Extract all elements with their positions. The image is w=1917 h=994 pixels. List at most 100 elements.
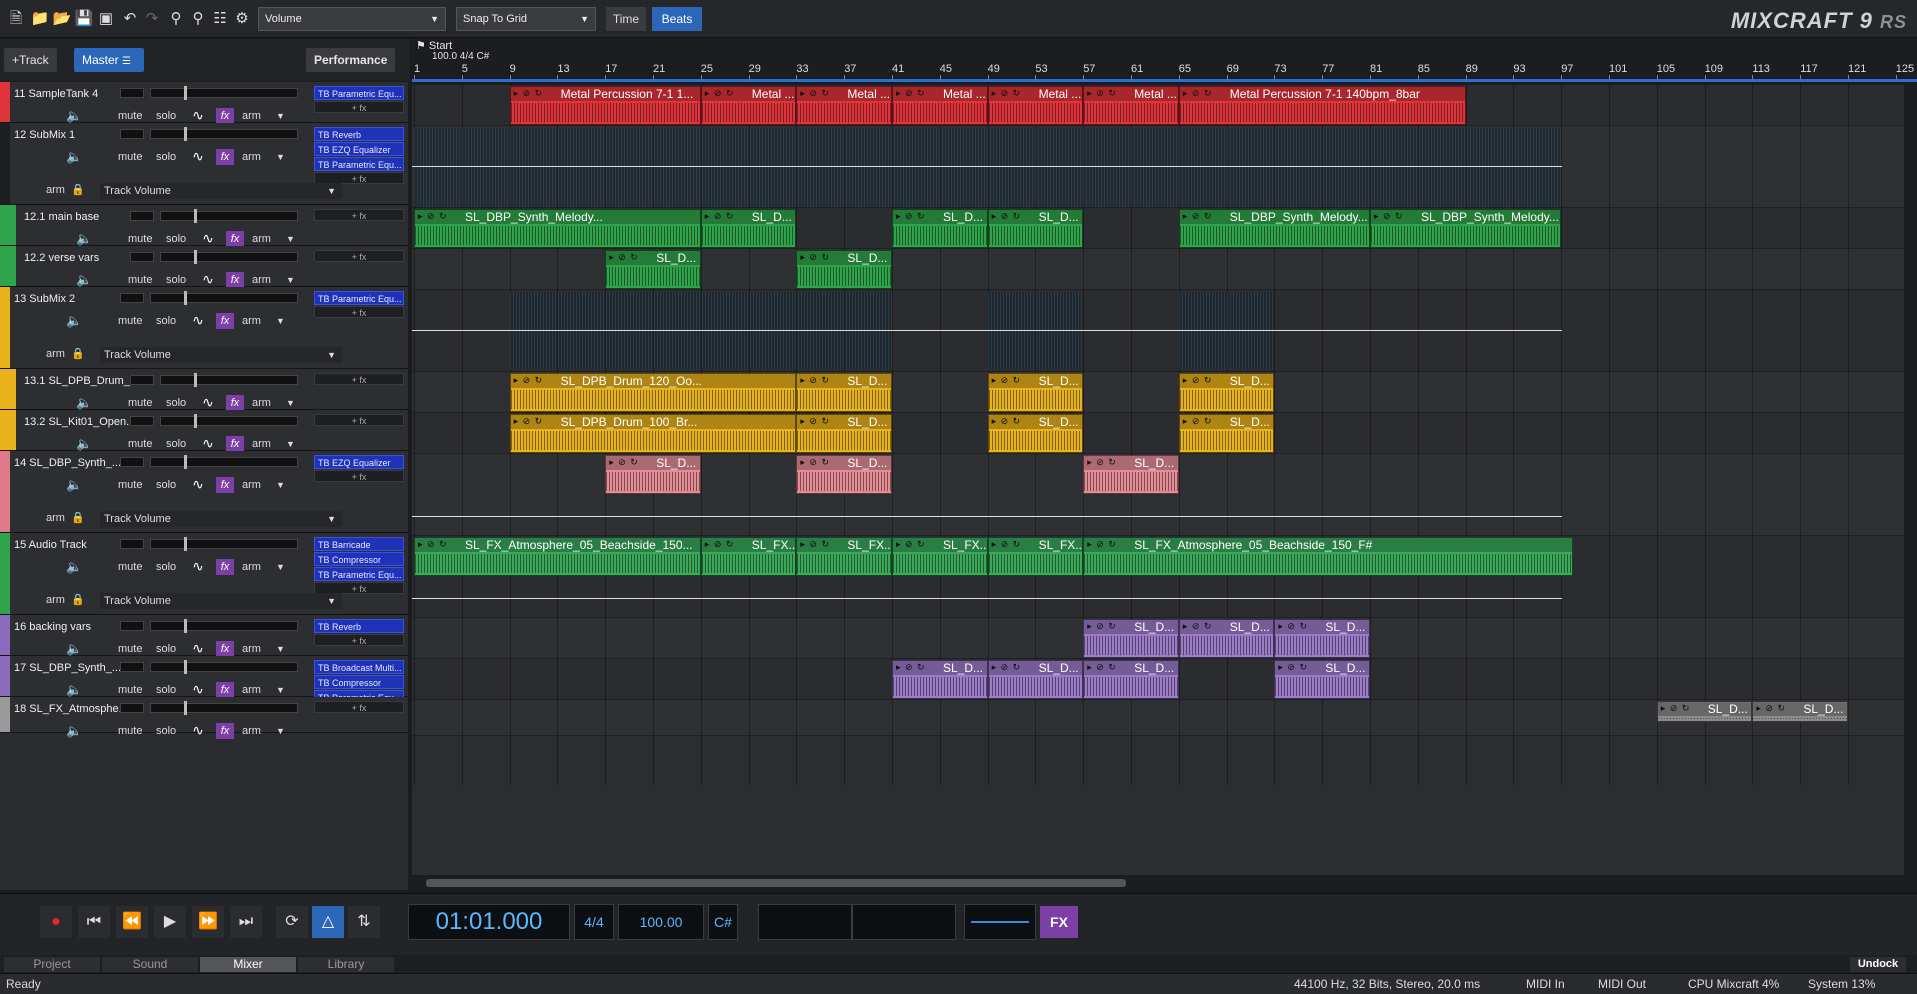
plugin-slot[interactable]: TB Broadcast Multi...: [314, 660, 404, 674]
fast-forward-icon[interactable]: ⏩: [192, 906, 224, 938]
pan-slider[interactable]: [120, 88, 144, 98]
mute-speaker-icon[interactable]: 🔈: [66, 723, 82, 739]
undock-button[interactable]: Undock: [1850, 957, 1906, 972]
go-start-icon[interactable]: ⏮: [78, 906, 110, 938]
master-fx-button[interactable]: FX: [1040, 906, 1078, 938]
plugin-slot[interactable]: TB Parametric Equ...: [314, 86, 404, 100]
audio-clip[interactable]: ▸ ⊘ ↻ SL_D...: [1274, 660, 1370, 699]
automation-lane-header[interactable]: arm 🔒 Track Volume ▼: [46, 347, 342, 363]
horizontal-scrollbar[interactable]: [412, 877, 1904, 889]
add-fx-button[interactable]: + fx: [314, 250, 404, 262]
fx-button[interactable]: fx: [226, 395, 244, 411]
fx-button[interactable]: fx: [216, 723, 234, 739]
loop-icon[interactable]: ⟳: [276, 906, 308, 938]
fx-button[interactable]: fx: [216, 559, 234, 575]
chevron-down-icon[interactable]: ▼: [276, 723, 285, 739]
envelope-icon[interactable]: ∿: [194, 272, 222, 288]
fx-button[interactable]: fx: [226, 231, 244, 247]
mute-speaker-icon[interactable]: 🔈: [66, 682, 82, 698]
time-toggle[interactable]: Time: [606, 7, 646, 31]
add-fx-button[interactable]: + fx: [314, 414, 404, 426]
fx-button[interactable]: fx: [226, 272, 244, 288]
audio-clip[interactable]: ▸ ⊘ ↻ SL_D...: [987, 209, 1084, 248]
plugin-slot[interactable]: TB Reverb: [314, 127, 404, 141]
arrangement-area[interactable]: ▸ ⊘ ↻ Metal Percussion 7-1 1... ▸ ⊘ ↻ Metal…: [412, 85, 1904, 875]
settings-icon[interactable]: ⚙: [232, 8, 252, 30]
fx-button[interactable]: fx: [216, 682, 234, 698]
solo-button[interactable]: solo: [156, 313, 176, 329]
envelope-icon[interactable]: ∿: [184, 559, 212, 575]
volume-knob[interactable]: [194, 373, 197, 387]
audio-clip[interactable]: ▸ ⊘ ↻ SL_D...: [1274, 619, 1370, 658]
go-end-icon[interactable]: ⏭: [230, 906, 262, 938]
performance-button[interactable]: Performance: [306, 48, 396, 72]
arm-button[interactable]: arm: [252, 272, 271, 288]
zoom-out-icon[interactable]: ⚲: [188, 8, 208, 30]
arm-button[interactable]: arm: [242, 108, 261, 124]
envelope-icon[interactable]: ∿: [194, 436, 222, 452]
mute-speaker-icon[interactable]: 🔈: [66, 313, 82, 329]
add-fx-button[interactable]: + fx: [314, 470, 404, 482]
beats-toggle[interactable]: Beats: [652, 7, 702, 31]
track-header[interactable]: 15 Audio Track 🔈 mute solo ∿ fx arm ▼ TB…: [0, 533, 408, 615]
tab-mixer[interactable]: Mixer: [200, 957, 296, 972]
audio-clip[interactable]: ▸ ⊘ ↻ SL_D...: [892, 660, 988, 699]
volume-slider[interactable]: [150, 88, 298, 98]
arm-button[interactable]: arm: [252, 395, 271, 411]
save-as-icon[interactable]: ▣: [96, 8, 116, 30]
arm-button[interactable]: arm: [242, 723, 261, 739]
chevron-down-icon[interactable]: ▼: [286, 231, 295, 247]
chevron-down-icon[interactable]: ▼: [276, 108, 285, 124]
track-header[interactable]: 12.1 main base 🔈 mute solo ∿ fx arm ▼ + …: [0, 205, 408, 247]
solo-button[interactable]: solo: [166, 231, 186, 247]
timeline-ruler[interactable]: ⚑ Start 100.0 4/4 C# 1 5 9 13 17 21 25 29 33 37 41…: [412, 39, 1917, 83]
mute-button[interactable]: mute: [118, 477, 142, 493]
add-fx-button[interactable]: + fx: [314, 634, 404, 646]
plugin-slot[interactable]: TB Compressor: [314, 552, 404, 566]
track-name[interactable]: 13.1 SL_DPB_Drum_...: [24, 375, 139, 387]
track-name[interactable]: 12 SubMix 1: [14, 129, 75, 141]
mute-button[interactable]: mute: [128, 436, 152, 452]
volume-select[interactable]: Volume ▼: [258, 7, 446, 31]
track-header[interactable]: 16 backing vars 🔈 mute solo ∿ fx arm ▼ T…: [0, 615, 408, 657]
mute-button[interactable]: mute: [128, 231, 152, 247]
volume-knob[interactable]: [184, 127, 187, 141]
solo-button[interactable]: solo: [166, 395, 186, 411]
audio-clip[interactable]: ▸ ⊘ ↻ SL_FX_Atmosphere_05_Beachside_150_F…: [1083, 537, 1574, 576]
mixer-icon[interactable]: ☷: [210, 8, 230, 30]
mute-speaker-icon[interactable]: 🔈: [76, 272, 92, 288]
automation-param-select[interactable]: Track Volume ▼: [100, 593, 342, 609]
mute-speaker-icon[interactable]: 🔈: [66, 477, 82, 493]
chevron-down-icon[interactable]: ▼: [276, 149, 285, 165]
envelope-icon[interactable]: ∿: [184, 682, 212, 698]
solo-button[interactable]: solo: [166, 436, 186, 452]
volume-slider[interactable]: [160, 211, 298, 221]
solo-button[interactable]: solo: [156, 641, 176, 657]
automation-param-select[interactable]: Track Volume ▼: [100, 511, 342, 527]
key-display[interactable]: C#: [708, 904, 738, 940]
audio-clip[interactable]: ▸ ⊘ ↻ SL_DBP_Synth_Melody...: [1370, 209, 1562, 248]
pan-slider[interactable]: [130, 416, 154, 426]
volume-knob[interactable]: [184, 619, 187, 633]
chevron-down-icon[interactable]: ▼: [276, 477, 285, 493]
lock-icon[interactable]: 🔒: [71, 512, 85, 524]
tab-sound[interactable]: Sound: [102, 957, 198, 972]
pan-slider[interactable]: [120, 621, 144, 631]
track-name[interactable]: 11 SampleTank 4: [14, 88, 98, 100]
track-header[interactable]: 12 SubMix 1 🔈 mute solo ∿ fx arm ▼ TB Re…: [0, 123, 408, 205]
audio-clip[interactable]: ▸ ⊘ ↻ Metal ...: [987, 86, 1084, 125]
lock-icon[interactable]: 🔒: [71, 594, 85, 606]
mute-button[interactable]: mute: [118, 723, 142, 739]
fx-button[interactable]: fx: [216, 108, 234, 124]
zoom-in-icon[interactable]: ⚲: [166, 8, 186, 30]
track-header[interactable]: 11 SampleTank 4 🔈 mute solo ∿ fx arm ▼ T…: [0, 82, 408, 124]
audio-clip[interactable]: ▸ ⊘ ↻ SL_D...: [987, 414, 1084, 453]
envelope-icon[interactable]: ∿: [184, 108, 212, 124]
track-header[interactable]: 14 SL_DBP_Synth_... 🔈 mute solo ∿ fx arm…: [0, 451, 408, 533]
vertical-scrollbar[interactable]: [1904, 85, 1917, 875]
mute-speaker-icon[interactable]: 🔈: [66, 641, 82, 657]
audio-clip[interactable]: ▸ ⊘ ↻ SL_FX_Atmosphere_05_Beachside_150..…: [414, 537, 701, 576]
scroll-thumb[interactable]: [426, 879, 1126, 887]
automation-lane-header[interactable]: arm 🔒 Track Volume ▼: [46, 511, 342, 527]
track-name[interactable]: 17 SL_DBP_Synth_...: [14, 662, 121, 674]
